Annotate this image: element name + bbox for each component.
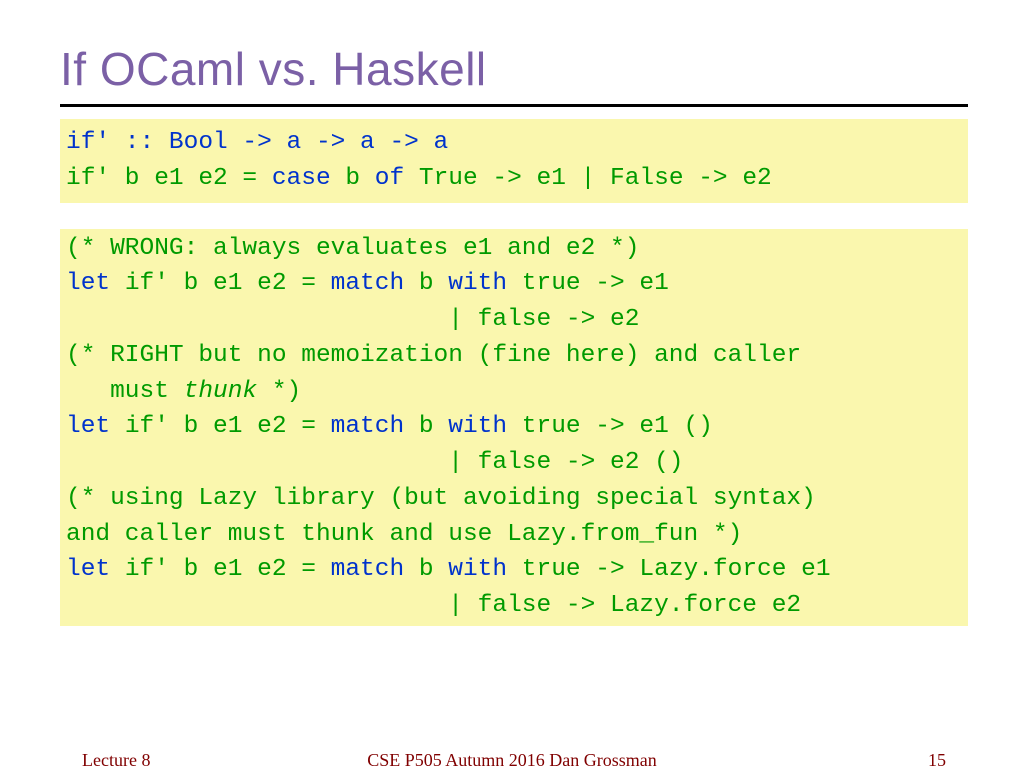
code-block-ocaml: (* WRONG: always evaluates e1 and e2 *) …	[60, 229, 968, 626]
code-fragment: b	[419, 270, 448, 297]
title-rule	[60, 104, 968, 107]
code-comment: and caller must thunk and use Lazy.from_…	[66, 521, 742, 548]
code-comment: (* RIGHT but no memoization (fine here) …	[66, 342, 801, 369]
code-fragment: True -> e1 | False -> e2	[419, 165, 772, 192]
code-fragment: of	[375, 165, 419, 192]
code-fragment: | false -> Lazy.force e2	[66, 592, 801, 619]
code-keyword: let	[66, 556, 125, 583]
code-comment: (* using Lazy library (but avoiding spec…	[66, 485, 816, 512]
code-keyword: match	[331, 413, 419, 440]
code-fragment: if' b e1 e2 =	[125, 556, 331, 583]
code-fragment: | false -> e2 ()	[66, 449, 684, 476]
code-fragment: b	[345, 165, 374, 192]
slide: If OCaml vs. Haskell if' :: Bool -> a ->…	[0, 0, 1024, 768]
code-keyword: let	[66, 270, 125, 297]
code-fragment: b	[419, 556, 448, 583]
code-comment: *)	[257, 378, 301, 405]
code-keyword: match	[331, 270, 419, 297]
code-fragment: b	[419, 413, 448, 440]
code-fragment: true -> e1	[522, 270, 669, 297]
code-fragment: true -> Lazy.force e1	[522, 556, 831, 583]
code-comment: must	[66, 378, 184, 405]
code-keyword: with	[448, 556, 522, 583]
code-fragment: case	[272, 165, 346, 192]
code-keyword: with	[448, 270, 522, 297]
code-fragment: true -> e1 ()	[522, 413, 713, 440]
code-line: if' :: Bool -> a -> a -> a	[66, 129, 448, 156]
code-block-haskell: if' :: Bool -> a -> a -> a if' b e1 e2 =…	[60, 119, 968, 203]
code-fragment: if' b e1 e2 =	[66, 165, 272, 192]
code-emphasis: thunk	[184, 378, 258, 405]
code-comment: (* WRONG: always evaluates e1 and e2 *)	[66, 235, 639, 262]
code-fragment: if' b e1 e2 =	[125, 270, 331, 297]
code-keyword: let	[66, 413, 125, 440]
slide-title: If OCaml vs. Haskell	[60, 42, 968, 96]
code-keyword: with	[448, 413, 522, 440]
code-keyword: match	[331, 556, 419, 583]
code-fragment: | false -> e2	[66, 306, 639, 333]
code-fragment: if' b e1 e2 =	[125, 413, 331, 440]
